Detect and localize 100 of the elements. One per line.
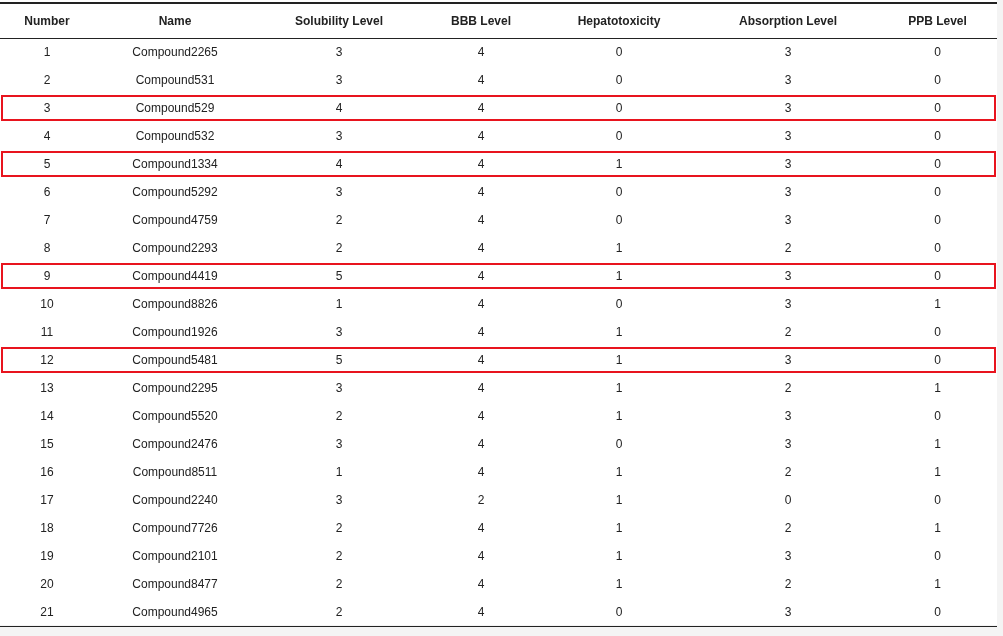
table-cell: 4 (422, 346, 540, 374)
table-cell-text: 3 (783, 548, 793, 565)
table-cell: 0 (540, 94, 698, 122)
table-cell-text: Compound2240 (131, 492, 219, 509)
table-cell-text: Compound2476 (131, 436, 219, 453)
table-cell: 0 (878, 346, 997, 374)
column-header: PPB Level (878, 3, 997, 38)
table-cell: 21 (0, 598, 94, 626)
table-cell-text: 1 (933, 576, 942, 593)
table-cell-text: 2 (334, 212, 344, 229)
table-cell-text: 4 (476, 240, 486, 257)
table-cell-text: 1 (614, 576, 624, 593)
table-cell-text: 2 (476, 492, 486, 509)
table-cell: 4 (422, 38, 540, 66)
table-cell-text: 4 (476, 464, 486, 481)
table-cell-text: 0 (933, 548, 942, 565)
table-cell: 0 (878, 38, 997, 66)
table-cell-text: 17 (39, 492, 55, 509)
table-cell-text: 1 (334, 296, 344, 313)
table-cell-text: 0 (614, 184, 624, 201)
table-cell-text: 4 (476, 436, 486, 453)
table-cell-text: Compound2295 (131, 380, 219, 397)
table-cell-text: 0 (933, 324, 942, 341)
table-cell-text: 2 (783, 324, 793, 341)
table-cell-text: 3 (334, 492, 344, 509)
table-cell: 1 (540, 262, 698, 290)
table-cell-text: 2 (783, 576, 793, 593)
table-cell-text: 15 (39, 436, 55, 453)
table-cell-text: 4 (476, 128, 486, 145)
table-cell-text: 4 (476, 576, 486, 593)
table-cell-text: 3 (783, 184, 793, 201)
table-cell: 4 (422, 598, 540, 626)
table-cell-text: 0 (614, 296, 624, 313)
table-cell-text: 2 (42, 72, 52, 89)
table-cell-text: 1 (614, 520, 624, 537)
table-cell-text: 4 (42, 128, 52, 145)
table-cell-text: 4 (476, 324, 486, 341)
table-cell-text: 3 (334, 72, 344, 89)
table-cell-text: 2 (783, 240, 793, 257)
table-cell-text: 2 (783, 380, 793, 397)
table-cell-text: 2 (334, 548, 344, 565)
table-cell-text: Compound4759 (131, 212, 219, 229)
table-cell: Compound1334 (94, 150, 256, 178)
table-cell-text: 16 (39, 464, 55, 481)
table-cell: 3 (698, 150, 878, 178)
table-cell-text: 13 (39, 380, 55, 397)
table-cell-text: 4 (476, 408, 486, 425)
column-header: Hepatotoxicity (540, 3, 698, 38)
table-cell-text: 1 (334, 464, 344, 481)
table-cell: 3 (698, 94, 878, 122)
table-cell-text: 1 (614, 464, 624, 481)
table-cell-text: 4 (476, 72, 486, 89)
table-cell-text: 18 (39, 520, 55, 537)
table-cell-text: 0 (933, 408, 942, 425)
table-cell-text: 4 (476, 548, 486, 565)
table-cell: Compound5481 (94, 346, 256, 374)
table-cell-text: 0 (933, 184, 942, 201)
table-cell: Compound4419 (94, 262, 256, 290)
table-cell-text: Compound2101 (131, 548, 219, 565)
table-cell-text: Compound5520 (131, 408, 219, 425)
table-cell: 3 (698, 38, 878, 66)
table-cell-text: 1 (614, 492, 624, 509)
table-cell: 3 (0, 94, 94, 122)
table-cell: 1 (540, 346, 698, 374)
table-cell-text: 6 (42, 184, 52, 201)
table-cell: 1 (0, 38, 94, 66)
table-cell-text: 14 (39, 408, 55, 425)
table-cell-text: 3 (334, 436, 344, 453)
table-cell-text: 3 (783, 72, 793, 89)
table-cell-text: 1 (614, 380, 624, 397)
table-cell-text: 0 (614, 128, 624, 145)
table-cell-text: 0 (614, 72, 624, 89)
table-cell: 2 (256, 598, 422, 626)
column-header: BBB Level (422, 3, 540, 38)
table-cell-text: 3 (783, 408, 793, 425)
table-cell-text: 0 (933, 212, 942, 229)
table-cell-text: Compound8477 (131, 576, 219, 593)
table-cell: 4 (422, 94, 540, 122)
table-cell-text: 1 (933, 380, 942, 397)
table-cell: 0 (540, 38, 698, 66)
table-cell: 4 (256, 150, 422, 178)
table-cell-text: 2 (783, 464, 793, 481)
table-cell-text: Compound1926 (131, 324, 219, 341)
table-cell: 0 (878, 150, 997, 178)
table-cell-text: 1 (933, 520, 942, 537)
table-cell-text: 20 (39, 576, 55, 593)
table-cell-text: 1 (614, 240, 624, 257)
table-cell-text: 2 (334, 408, 344, 425)
table-cell-text: 4 (476, 380, 486, 397)
table-cell: 3 (698, 598, 878, 626)
table-cell-text: Compound2293 (131, 240, 219, 257)
table-cell: Compound529 (94, 94, 256, 122)
table-cell-text: 1 (614, 324, 624, 341)
table-cell-text: 3 (783, 436, 793, 453)
table-cell-text: 8 (42, 240, 52, 257)
table-cell: 0 (878, 598, 997, 626)
table-cell: 3 (256, 38, 422, 66)
column-header: Absorption Level (698, 3, 878, 38)
table-cell-text: 4 (476, 184, 486, 201)
table-cell-text: Compound7726 (131, 520, 219, 537)
